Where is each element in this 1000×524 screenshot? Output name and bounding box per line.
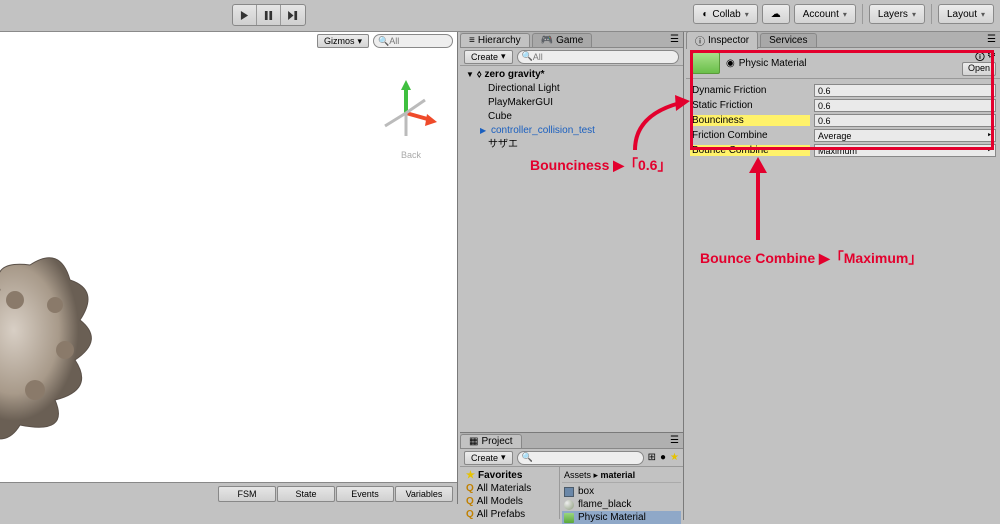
cloud-button[interactable]: ☁ — [762, 4, 790, 24]
hierarchy-toolbar: Create▾ 🔍All — [460, 48, 683, 66]
app-toolbar: ◐Collab▾ ☁ Account▾ Layers▾ Layout▾ — [0, 0, 1000, 32]
object-type-icon: ◉ — [726, 58, 735, 69]
tab-inspector[interactable]: ⓘInspector — [686, 31, 758, 49]
pause-button[interactable] — [257, 5, 281, 25]
property-label: Bounce Combine — [690, 145, 810, 156]
physic-material-icon — [692, 52, 720, 74]
fsm-tab[interactable]: FSM — [218, 486, 276, 502]
property-label: Static Friction — [690, 100, 810, 111]
project-folders: ★Favorites QAll Materials QAll Models QA… — [460, 467, 560, 519]
scene-footer: FSM State Events Variables — [0, 482, 457, 504]
gizmo-label: Back — [401, 150, 421, 160]
favorites-folder[interactable]: ★Favorites — [462, 469, 557, 482]
collab-button[interactable]: ◐Collab▾ — [693, 4, 757, 24]
friction-combine-dropdown[interactable]: Average‣ — [814, 129, 996, 142]
tab-services[interactable]: Services — [760, 33, 816, 47]
property-row: Bounce Combine Maximum‣ — [690, 143, 996, 158]
project-panel: ▦Project ☰ Create▾ 🔍 ⊞ ● ★ ★Favorites QA… — [460, 432, 684, 520]
star-icon[interactable]: ★ — [670, 452, 679, 463]
divider — [931, 4, 932, 24]
bounce-combine-dropdown[interactable]: Maximum‣ — [814, 144, 996, 157]
hierarchy-search[interactable]: 🔍All — [517, 50, 679, 64]
events-tab[interactable]: Events — [336, 486, 394, 502]
material-icon — [564, 500, 574, 510]
hierarchy-item[interactable]: PlayMakerGUI — [464, 96, 679, 110]
hierarchy-panel: ≡Hierarchy 🎮Game ☰ Create▾ 🔍All ▼⬨zero g… — [460, 32, 684, 432]
tab-hierarchy[interactable]: ≡Hierarchy — [460, 33, 530, 47]
inspector-tabs: ⓘInspector Services ☰ — [686, 32, 1000, 48]
physic-material-icon — [564, 513, 574, 523]
scene-toolbar: Gizmos▾ 🔍All — [317, 32, 453, 50]
chevron-icon: ‣ — [987, 145, 992, 156]
panel-menu-icon[interactable]: ☰ — [987, 34, 996, 45]
inspector-properties: Dynamic Friction 0.6 Static Friction 0.6… — [686, 79, 1000, 162]
game-object-shell — [0, 250, 120, 450]
hierarchy-tree: ▼⬨zero gravity* Directional Light PlayMa… — [460, 66, 683, 154]
scene-panel: Gizmos▾ 🔍All Back FSM State Events Varia… — [0, 32, 458, 504]
static-friction-field[interactable]: 0.6 — [814, 99, 996, 112]
cloud-icon: ☁ — [771, 9, 781, 20]
scene-root[interactable]: ▼⬨zero gravity* — [464, 68, 679, 82]
account-button[interactable]: Account▾ — [794, 4, 856, 24]
scene-view[interactable]: Back — [0, 50, 457, 482]
favorite-item[interactable]: QAll Models — [462, 495, 557, 508]
filter-icon[interactable]: ⊞ — [648, 452, 656, 463]
project-columns: ★Favorites QAll Materials QAll Models QA… — [460, 467, 683, 519]
project-toolbar: Create▾ 🔍 ⊞ ● ★ — [460, 449, 683, 467]
toolbar-right: ◐Collab▾ ☁ Account▾ Layers▾ Layout▾ — [693, 4, 994, 24]
hierarchy-tabs: ≡Hierarchy 🎮Game ☰ — [460, 32, 683, 48]
play-controls — [232, 4, 306, 26]
bounciness-field[interactable]: 0.6 — [814, 114, 996, 127]
project-search[interactable]: 🔍 — [517, 451, 644, 465]
hierarchy-item[interactable]: サザエ — [464, 138, 679, 152]
favorite-item[interactable]: QAll Prefabs — [462, 508, 557, 521]
project-tabs: ▦Project ☰ — [460, 433, 683, 449]
scene-search[interactable]: 🔍All — [373, 34, 453, 48]
property-label: Bounciness — [690, 115, 810, 126]
divider — [862, 4, 863, 24]
prefab-icon — [564, 487, 574, 497]
filter-icon[interactable]: ● — [660, 452, 666, 463]
open-button[interactable]: Open — [962, 62, 996, 76]
panel-menu-icon[interactable]: ☰ — [670, 435, 679, 446]
dynamic-friction-field[interactable]: 0.6 — [814, 84, 996, 97]
property-label: Friction Combine — [690, 130, 810, 141]
variables-tab[interactable]: Variables — [395, 486, 453, 502]
play-button[interactable] — [233, 5, 257, 25]
object-title: Physic Material — [739, 58, 807, 69]
layout-button[interactable]: Layout▾ — [938, 4, 994, 24]
breadcrumb[interactable]: Assets ▸ material — [562, 469, 681, 483]
inspector-panel: ⓘInspector Services ☰ ◉Physic Material 🛈… — [686, 32, 1000, 520]
project-assets: Assets ▸ material box flame_black Physic… — [560, 467, 683, 519]
property-label: Dynamic Friction — [690, 85, 810, 96]
asset-item[interactable]: flame_black — [562, 498, 681, 511]
orientation-gizmo[interactable] — [371, 78, 441, 148]
search-icon: 🔍 — [522, 452, 533, 463]
create-dropdown[interactable]: Create▾ — [464, 451, 513, 465]
panel-menu-icon[interactable]: ☰ — [670, 34, 679, 45]
inspector-header: ◉Physic Material 🛈⚙ Open — [686, 48, 1000, 79]
layers-button[interactable]: Layers▾ — [869, 4, 925, 24]
asset-item[interactable]: box — [562, 485, 681, 498]
gizmos-dropdown[interactable]: Gizmos▾ — [317, 34, 369, 48]
hierarchy-item[interactable]: ▶controller_collision_test — [464, 124, 679, 138]
info-icon: ⓘ — [695, 33, 705, 48]
chevron-icon: ‣ — [987, 130, 992, 141]
favorite-item[interactable]: QAll Materials — [462, 482, 557, 495]
search-icon: 🔍 — [378, 36, 389, 47]
hierarchy-item[interactable]: Cube — [464, 110, 679, 124]
unity-icon: ⬨ — [477, 68, 482, 82]
asset-item-selected[interactable]: Physic Material — [562, 511, 681, 524]
tab-project[interactable]: ▦Project — [460, 434, 522, 448]
property-row: Static Friction 0.6 — [690, 98, 996, 113]
step-button[interactable] — [281, 5, 305, 25]
state-tab[interactable]: State — [277, 486, 335, 502]
create-dropdown[interactable]: Create▾ — [464, 50, 513, 64]
property-row: Dynamic Friction 0.6 — [690, 83, 996, 98]
tab-game[interactable]: 🎮Game — [532, 33, 593, 47]
property-row: Bounciness 0.6 — [690, 113, 996, 128]
hierarchy-item[interactable]: Directional Light — [464, 82, 679, 96]
property-row: Friction Combine Average‣ — [690, 128, 996, 143]
search-icon: 🔍 — [522, 51, 533, 62]
